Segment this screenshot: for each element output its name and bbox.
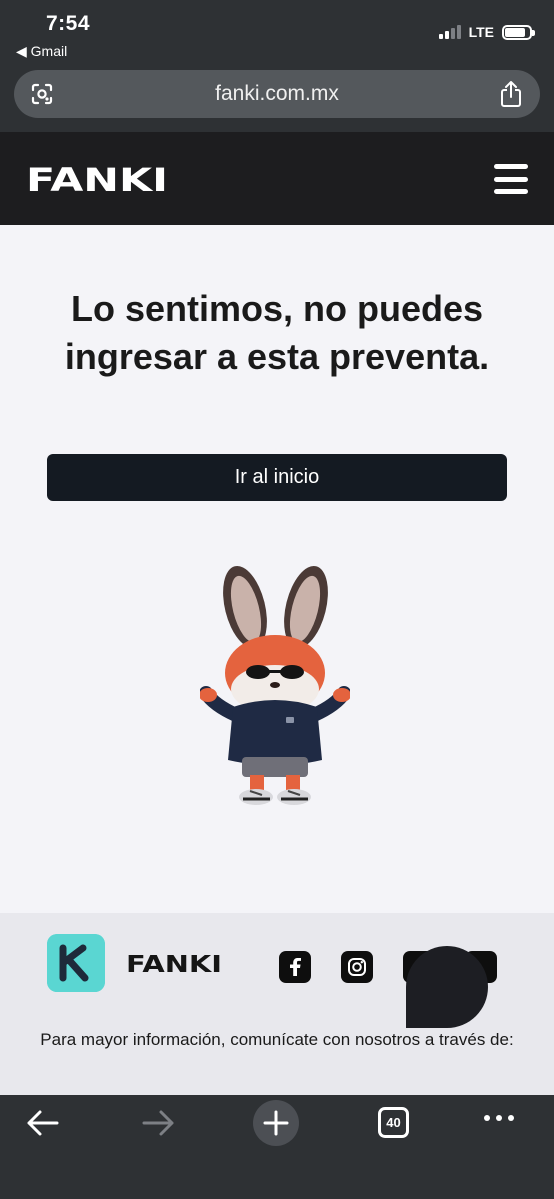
forward-arrow-icon[interactable] [142,1109,176,1137]
browser-bottom-toolbar: 40 [0,1095,554,1199]
browser-top-chrome: 7:54 ◀ Gmail LTE fanki.com.mx [0,0,554,132]
status-indicators: LTE [438,24,535,40]
footer-fanki-logo[interactable]: FANKI [126,951,224,975]
page-title-line-1: Lo sentimos, no puedes [70,288,484,329]
contact-text: Para mayor información, comunícate con n… [40,1030,514,1049]
footer-logo-text: FANKI [126,952,222,975]
status-time: 7:54 [46,12,91,35]
url-text[interactable]: fanki.com.mx [14,82,540,106]
main-content: Lo sentimos, no puedes ingresar a esta p… [0,225,554,913]
page-title-line-2: ingresar a esta preventa. [64,336,490,377]
go-home-button[interactable]: Ir al inicio [47,454,507,501]
page-title: Lo sentimos, no puedes ingresar a esta p… [20,285,534,381]
fanki-logo[interactable]: FANKI [26,164,168,194]
site-footer: FANKI Para mayor información, comunícate… [0,913,554,1095]
fanki-app-icon[interactable] [47,934,105,992]
site-header: FANKI [0,132,554,225]
address-bar[interactable]: fanki.com.mx [14,70,540,118]
battery-icon [502,24,535,40]
chat-widget-button[interactable] [406,946,488,1028]
tab-switcher-button[interactable]: 40 [378,1107,409,1138]
signal-icon [438,25,461,39]
share-icon[interactable] [498,80,524,108]
more-menu-icon[interactable] [484,1115,514,1121]
back-to-app-link[interactable]: ◀ Gmail [16,43,67,60]
instagram-icon[interactable] [341,951,373,983]
network-label: LTE [468,24,494,40]
menu-icon[interactable] [494,164,528,194]
bunny-mascot-image [200,565,350,805]
new-tab-button[interactable] [253,1100,299,1146]
plus-icon [263,1110,289,1136]
back-arrow-icon[interactable] [25,1109,59,1137]
facebook-icon[interactable] [279,951,311,983]
logo-text: FANKI [26,164,168,194]
